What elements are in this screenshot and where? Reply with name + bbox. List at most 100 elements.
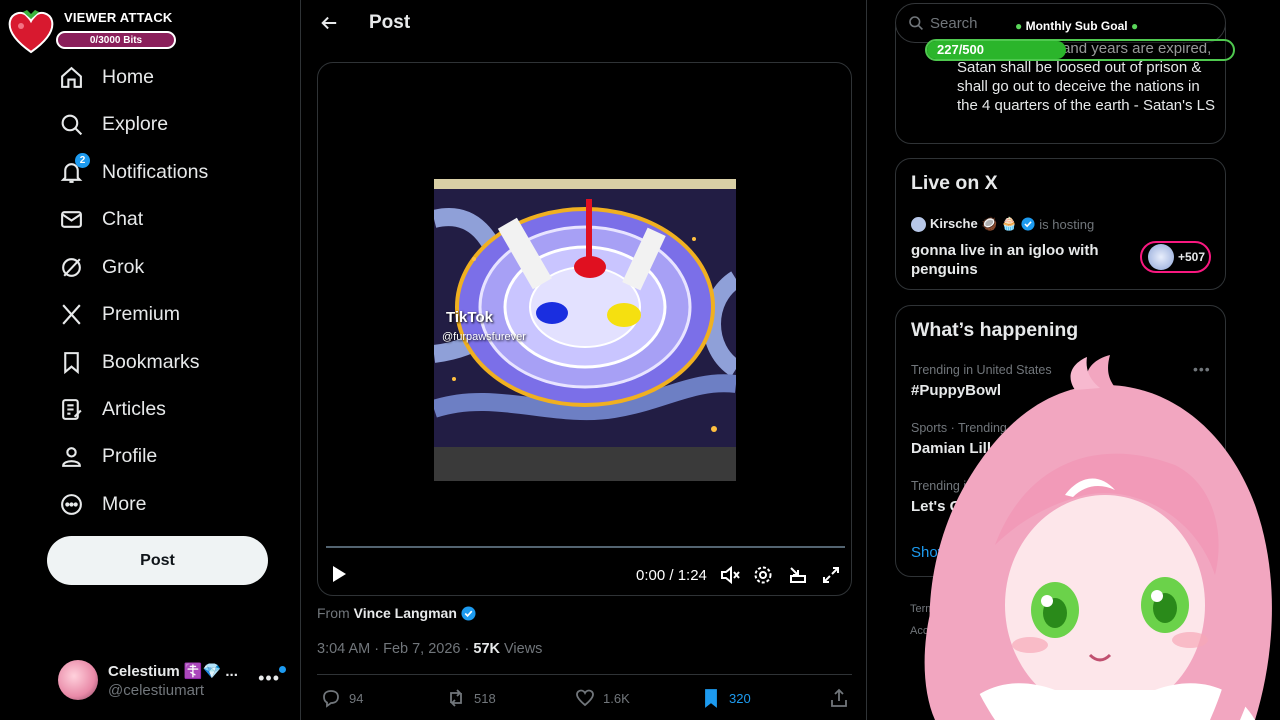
picture-in-picture-icon[interactable] xyxy=(788,565,808,585)
bookmark-button[interactable]: 320 xyxy=(701,688,751,708)
video-time: 0:00 / 1:24 xyxy=(636,567,707,584)
play-icon[interactable] xyxy=(330,565,348,583)
views-label: Views xyxy=(499,641,543,657)
nav-item-home[interactable]: Home xyxy=(58,57,154,97)
nav-label: Premium xyxy=(102,302,181,325)
video-frame-graphic xyxy=(434,179,736,481)
avatar xyxy=(58,660,98,700)
nav-item-notifications[interactable]: 2 Notifications xyxy=(58,152,208,192)
nav-label: More xyxy=(102,492,147,515)
video-player[interactable]: TikTok @furpawsfurever 0:00 / 1:24 xyxy=(317,62,852,596)
account-text: Celestium ☦️💎 ... @celestiumart xyxy=(108,662,238,699)
x-logo-icon xyxy=(58,301,84,327)
host-avatar xyxy=(911,216,926,232)
article-icon xyxy=(58,396,84,422)
verified-badge-icon xyxy=(461,605,476,621)
nav-item-profile[interactable]: Profile xyxy=(58,436,157,476)
whats-happening-title: What’s happening xyxy=(911,319,1079,341)
post-timestamp[interactable]: 3:04 AM · Feb 7, 2026 · xyxy=(317,641,473,657)
nav-item-articles[interactable]: Articles xyxy=(58,389,166,429)
person-icon xyxy=(58,443,84,469)
live-section-title: Live on X xyxy=(911,172,998,194)
grok-icon xyxy=(58,254,84,280)
source-author-link[interactable]: Vince Langman xyxy=(354,605,457,621)
post-header: Post xyxy=(301,0,866,48)
settings-gear-icon[interactable] xyxy=(753,565,773,585)
share-button[interactable] xyxy=(829,688,857,708)
search-icon xyxy=(909,16,923,30)
listener-avatar xyxy=(1148,244,1174,270)
nav-item-grok[interactable]: Grok xyxy=(58,247,144,287)
live-host-line: Kirsche 🥥 🧁 is hosting xyxy=(911,216,1094,232)
page-title: Post xyxy=(369,12,411,33)
repost-button[interactable]: 518 xyxy=(446,688,496,708)
video-progress-bar[interactable] xyxy=(326,546,845,548)
notification-badge: 2 xyxy=(75,153,90,168)
video-controls: 0:00 / 1:24 xyxy=(318,557,851,595)
nav-item-explore[interactable]: Explore xyxy=(58,104,168,144)
sub-goal-title-text: Monthly Sub Goal xyxy=(1025,19,1128,33)
share-icon xyxy=(831,688,847,707)
account-name: Celestium ☦️💎 ... xyxy=(108,662,238,680)
host-name[interactable]: Kirsche 🥥 🧁 xyxy=(930,216,1017,232)
nav-label: Notifications xyxy=(102,160,209,183)
live-listeners-pill[interactable]: +507 xyxy=(1140,241,1211,273)
viewer-attack-title: VIEWER ATTACK xyxy=(64,10,173,25)
back-arrow-icon[interactable] xyxy=(317,11,341,35)
views-count: 57K xyxy=(473,641,500,657)
bell-icon: 2 xyxy=(58,153,90,185)
post-detail-column: Post TikTok @furpawsfurever 0:00 / 1:24 … xyxy=(300,0,867,720)
compose-post-button[interactable]: Post xyxy=(47,536,268,585)
repost-count: 518 xyxy=(474,690,496,706)
video-thumbnail[interactable]: TikTok @furpawsfurever xyxy=(434,179,736,481)
bookmark-filled-icon xyxy=(705,689,717,708)
tiktok-handle-watermark: @furpawsfurever xyxy=(442,331,526,343)
post-action-bar: 94 518 1.6K 320 xyxy=(317,688,852,710)
nav-item-bookmarks[interactable]: Bookmarks xyxy=(58,342,200,382)
nav-label: Chat xyxy=(102,207,144,230)
live-on-x-card[interactable]: Live on X Kirsche 🥥 🧁 is hosting gonna l… xyxy=(895,158,1226,290)
bookmark-icon xyxy=(58,349,84,375)
mute-icon[interactable] xyxy=(720,565,740,585)
nav-item-chat[interactable]: Chat xyxy=(58,199,143,239)
bits-progress-bar: 0/3000 Bits xyxy=(56,31,176,49)
divider xyxy=(317,674,852,675)
tiktok-watermark: TikTok xyxy=(446,309,493,326)
nav-label: Grok xyxy=(102,255,145,278)
repost-icon xyxy=(450,689,462,707)
account-handle: @celestiumart xyxy=(108,681,205,699)
video-source-attribution: From Vince Langman xyxy=(317,605,476,621)
post-metadata: 3:04 AM · Feb 7, 2026 · 57K Views xyxy=(317,641,542,657)
host-suffix: is hosting xyxy=(1039,216,1095,232)
reply-icon xyxy=(323,690,339,708)
sub-goal-count: 227/500 xyxy=(937,42,984,57)
account-more-icon[interactable]: ••• xyxy=(258,668,280,689)
sub-goal-bar: 227/500 xyxy=(925,39,1235,61)
heart-icon xyxy=(576,689,594,707)
from-prefix: From xyxy=(317,605,350,621)
nav-label: Home xyxy=(102,65,155,88)
live-stream-title[interactable]: gonna live in an igloo with penguins xyxy=(911,241,1111,279)
nav-label: Profile xyxy=(102,444,158,467)
bookmark-count: 320 xyxy=(729,690,751,706)
unread-dot xyxy=(279,666,286,673)
nav-label: Articles xyxy=(102,397,166,420)
listener-count: +507 xyxy=(1178,250,1206,264)
account-switcher[interactable]: Celestium ☦️💎 ... @celestiumart ••• xyxy=(58,658,290,702)
nav-item-more[interactable]: More xyxy=(58,484,146,524)
bits-progress-label: 0/3000 Bits xyxy=(89,34,143,46)
reply-button[interactable]: 94 xyxy=(321,688,363,708)
home-icon xyxy=(58,64,84,90)
nav-item-premium[interactable]: Premium xyxy=(58,294,180,334)
search-icon xyxy=(58,111,84,137)
vtuber-avatar-overlay xyxy=(924,355,1272,720)
like-button[interactable]: 1.6K xyxy=(575,688,630,708)
like-count: 1.6K xyxy=(603,690,630,706)
left-navigation: Home Explore 2 Notifications Chat Grok P… xyxy=(0,0,300,720)
monthly-sub-goal-widget: ● Monthly Sub Goal ● 227/500 xyxy=(925,19,1235,63)
strawberry-heart-icon xyxy=(8,10,54,54)
fullscreen-icon[interactable] xyxy=(821,565,841,585)
reply-count: 94 xyxy=(349,690,364,706)
mail-icon xyxy=(58,206,84,232)
verified-badge-icon xyxy=(1021,217,1035,231)
